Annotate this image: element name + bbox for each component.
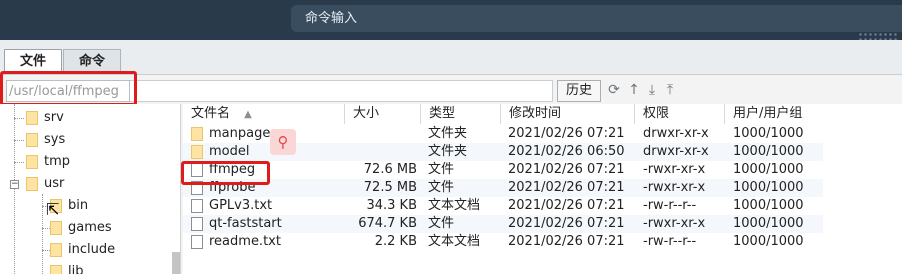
up-icon[interactable]: ↑ (626, 80, 642, 100)
folder-icon (26, 110, 38, 125)
folder-icon (50, 242, 62, 257)
folder-icon (50, 264, 62, 274)
tree-item-srv[interactable]: srv (26, 107, 64, 129)
grip-dots (858, 32, 898, 40)
tab-strip: 文件 命令 (0, 40, 902, 75)
column-header-size[interactable]: 大小 (345, 104, 421, 124)
tree-item-sys[interactable]: sys (26, 129, 65, 151)
mouse-cursor-icon: ⇱ (46, 200, 60, 219)
folder-icon (26, 154, 38, 169)
column-header-type[interactable]: 类型 (421, 104, 501, 124)
folder-icon (50, 220, 62, 235)
tree-item-tmp[interactable]: tmp (26, 151, 70, 173)
command-input[interactable]: 命令输入 (291, 5, 902, 32)
tab-commands[interactable]: 命令 (63, 49, 121, 73)
search-icon[interactable]: ⚲ (270, 129, 296, 155)
file-highlight-box (181, 161, 270, 185)
tree-item-include[interactable]: include (50, 239, 115, 261)
history-button[interactable]: 历史 (557, 80, 601, 102)
column-header-permissions[interactable]: 权限 (635, 104, 725, 124)
folder-icon (191, 127, 203, 141)
column-header-owner[interactable]: 用户/用户组 (725, 104, 835, 124)
collapse-toggle[interactable]: − (10, 180, 19, 189)
column-header-modified[interactable]: 修改时间 (501, 104, 635, 124)
table-row[interactable]: qt-faststart 674.7 KB 文件 2021/02/26 07:2… (183, 215, 823, 233)
folder-icon (26, 176, 38, 191)
table-row[interactable]: GPLv3.txt 34.3 KB 文本文档 2021/02/26 07:21 … (183, 197, 823, 215)
folder-icon (191, 145, 203, 159)
tree-item-lib[interactable]: lib (50, 261, 83, 274)
refresh-icon[interactable]: ⟳ (606, 80, 622, 100)
directory-tree: srv sys tmp − usr bin games include lib (0, 104, 181, 274)
text-file-icon (191, 235, 203, 249)
folder-icon (26, 132, 38, 147)
sort-asc-icon: ▲ (244, 109, 252, 120)
file-icon (191, 217, 203, 231)
text-file-icon (191, 199, 203, 213)
path-highlight-box (0, 71, 137, 106)
tree-item-usr[interactable]: usr (26, 173, 64, 195)
tree-item-games[interactable]: games (50, 217, 112, 239)
table-row[interactable]: ffprobe 72.5 MB 文件 2021/02/26 07:21 -rwx… (183, 179, 823, 197)
table-row[interactable]: readme.txt 2.2 KB 文本文档 2021/02/26 07:21 … (183, 233, 823, 251)
tree-scrollbar[interactable] (172, 252, 180, 274)
path-input-extension[interactable] (130, 80, 553, 102)
table-row[interactable]: ffmpeg 72.6 MB 文件 2021/02/26 07:21 -rwxr… (183, 161, 823, 179)
column-header-name[interactable]: 文件名 ▲ (183, 104, 345, 124)
download-icon[interactable]: ⤓ (644, 80, 660, 100)
command-bar: 命令输入 (0, 0, 902, 40)
upload-icon[interactable]: ⤒ (662, 80, 678, 100)
